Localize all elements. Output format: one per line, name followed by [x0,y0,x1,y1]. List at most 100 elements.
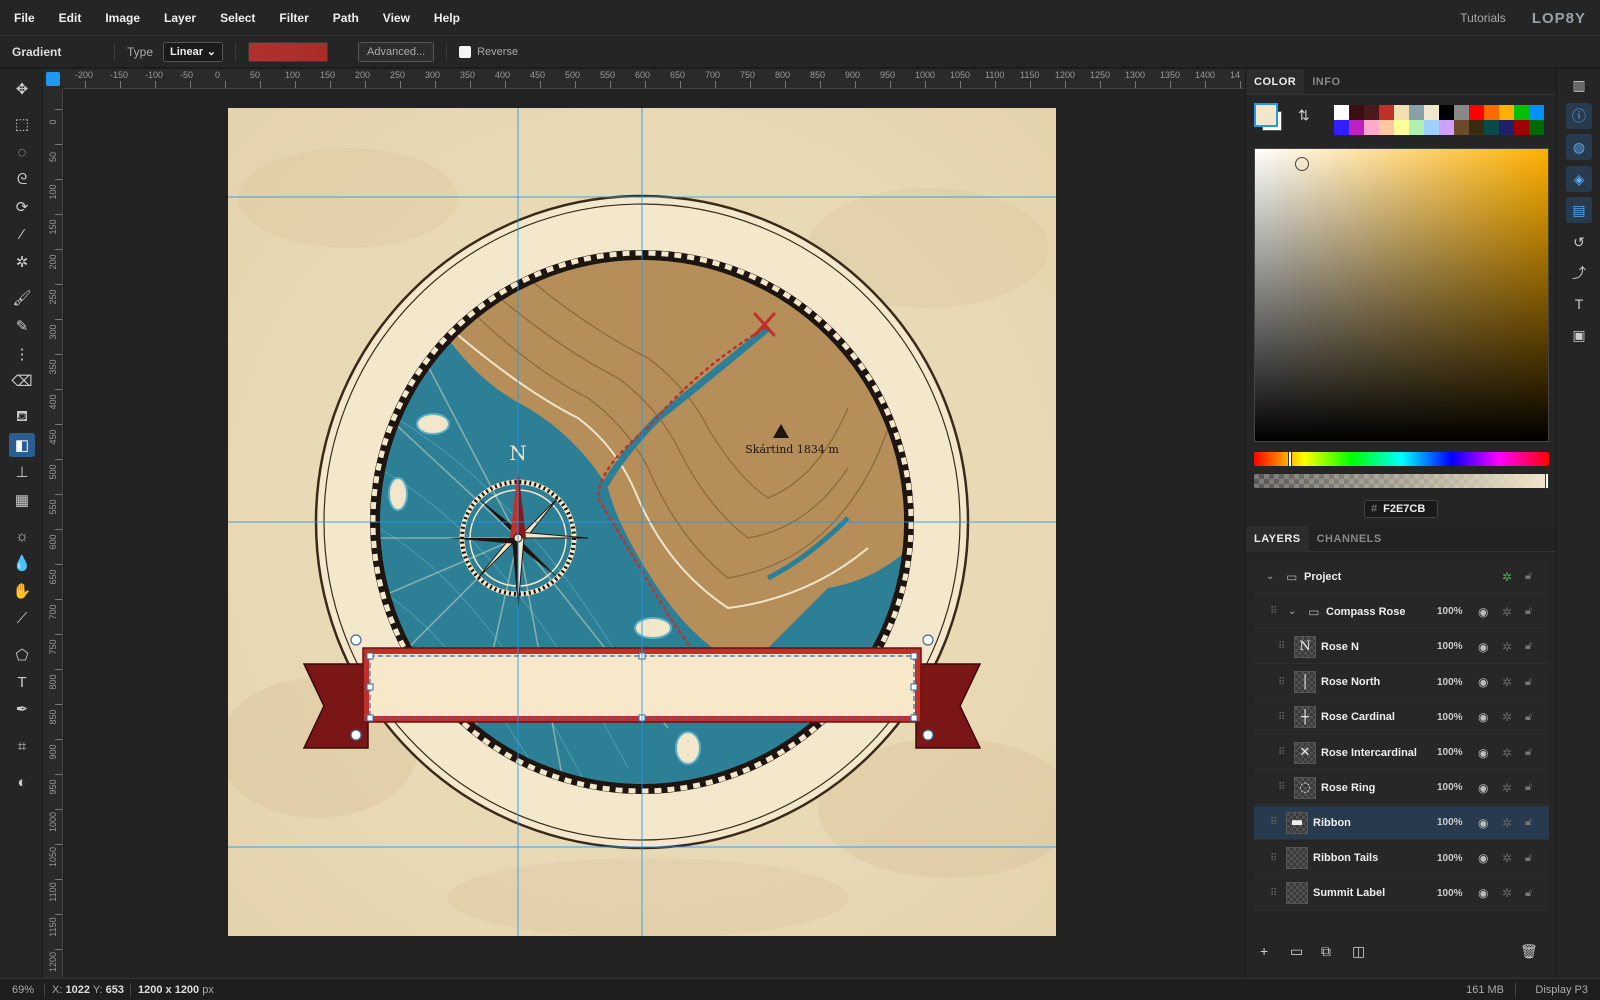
palette-swatch[interactable] [1499,105,1514,120]
eye-icon[interactable]: ◉ [1478,746,1488,760]
palette-swatch[interactable] [1334,120,1349,135]
tab-info[interactable]: INFO [1304,69,1348,95]
lasso-icon[interactable]: ᘓ [9,167,35,191]
add-folder-icon[interactable]: ▭ [1290,943,1303,960]
pen-icon[interactable]: ✒ [9,697,35,721]
drag-handle-icon[interactable]: ⠿ [1278,641,1285,652]
character-icon[interactable]: T [1566,291,1592,317]
chevron-down-icon[interactable]: ⌄ [1266,571,1274,582]
eye-icon[interactable]: ◉ [1478,605,1488,619]
eye-icon[interactable]: ◉ [1478,851,1488,865]
dodge-icon[interactable]: ☼ [9,524,35,548]
palette-swatch[interactable] [1529,120,1544,135]
layer-row[interactable]: ⠿ Ribbon Tails 100% ◉ ✲ 🔓︎ [1254,841,1549,876]
tutorials-link[interactable]: Tutorials [1460,11,1506,25]
effects-icon[interactable]: ✲ [1502,710,1512,724]
palette-swatch[interactable] [1499,120,1514,135]
palette-swatch[interactable] [1379,120,1394,135]
hex-input[interactable]: # F2E7CB [1364,500,1438,518]
zoom-level[interactable]: 69% [12,984,34,996]
palette-swatch[interactable] [1409,105,1424,120]
magnetic-lasso-icon[interactable]: ⟳ [9,195,35,219]
palette-swatch[interactable] [1469,120,1484,135]
menu-path[interactable]: Path [333,11,359,25]
marquee-ellipse-icon[interactable]: ◌ [9,140,35,164]
blur-icon[interactable]: 💧 [9,551,35,575]
lock-icon[interactable]: 🔓︎ [1525,676,1532,689]
layer-opacity[interactable]: 100% [1437,747,1463,758]
effects-icon[interactable]: ✲ [1502,781,1512,795]
map-icon[interactable]: ▥ [1566,72,1592,98]
lock-icon[interactable]: 🔓︎ [1525,887,1532,900]
history-icon[interactable]: ↺ [1566,229,1592,255]
eye-icon[interactable]: ◉ [1478,781,1488,795]
paths-icon[interactable]: ⤴ [1566,260,1592,286]
layer-row[interactable]: ⠿ ⌄ ▭ Compass Rose 100% ◉ ✲ 🔓︎ [1254,595,1549,630]
eye-icon[interactable]: ◉ [1478,886,1488,900]
eraser-icon[interactable]: ⌫ [9,369,35,393]
text-tool-icon[interactable]: T [9,670,35,694]
hue-slider-handle[interactable] [1287,451,1292,467]
lock-icon[interactable]: 🔓︎ [1525,781,1532,794]
menu-filter[interactable]: Filter [279,11,308,25]
palette-icon[interactable]: ◍ [1566,134,1592,160]
palette-swatch[interactable] [1349,105,1364,120]
lock-icon[interactable]: 🔓︎ [1525,640,1532,653]
duplicate-layer-icon[interactable]: ⧉ [1321,943,1331,960]
canvas-area[interactable]: Skártind 1834 m N [64,90,1245,978]
magic-wand-icon[interactable]: ⁄ [9,222,35,246]
lock-icon[interactable]: 🔓︎ [1525,816,1532,829]
palette-swatch[interactable] [1364,105,1379,120]
menu-help[interactable]: Help [434,11,460,25]
shape-icon[interactable]: ⬠ [9,643,35,667]
brush-icon[interactable]: 🖌 [9,286,35,310]
palette-swatch[interactable] [1424,105,1439,120]
eye-icon[interactable]: ◉ [1478,675,1488,689]
palette-swatch[interactable] [1424,120,1439,135]
lock-icon[interactable]: 🔓︎ [1525,605,1532,618]
artboard[interactable]: Skártind 1834 m N [228,108,1056,936]
drag-handle-icon[interactable]: ⠿ [1278,782,1285,793]
saturation-value-picker[interactable] [1254,148,1549,442]
channels-icon[interactable]: ▤ [1566,197,1592,223]
layer-opacity[interactable]: 100% [1437,888,1463,899]
spray-icon[interactable]: ⋮ [9,342,35,366]
effects-icon[interactable]: ✲ [1502,640,1512,654]
palette-swatch[interactable] [1454,105,1469,120]
layer-row[interactable]: ⠿ N Rose N 100% ◉ ✲ 🔓︎ [1254,630,1549,665]
palette-swatch[interactable] [1469,105,1484,120]
palette-swatch[interactable] [1484,120,1499,135]
palette-swatch[interactable] [1394,105,1409,120]
eye-icon[interactable]: ◉ [1478,710,1488,724]
drag-handle-icon[interactable]: ⠿ [1270,853,1277,864]
tab-layers[interactable]: LAYERS [1246,526,1309,552]
layers-icon[interactable]: ◈ [1566,166,1592,192]
tab-color[interactable]: COLOR [1246,69,1305,95]
effects-icon[interactable]: ✲ [1502,570,1512,584]
layer-row[interactable]: ⠿ ◌ Rose Ring 100% ◉ ✲ 🔓︎ [1254,771,1549,806]
marquee-rect-icon[interactable]: ⬚ [9,112,35,136]
drag-handle-icon[interactable]: ⠿ [1270,888,1277,899]
reverse-checkbox[interactable] [459,45,472,58]
lock-icon[interactable]: 🔓︎ [1525,711,1532,724]
foreground-color-swatch[interactable] [1254,103,1278,127]
layer-opacity[interactable]: 100% [1437,677,1463,688]
layer-row[interactable]: ⠿ Summit Label 100% ◉ ✲ 🔓︎ [1254,876,1549,911]
drag-handle-icon[interactable]: ⠿ [1270,817,1277,828]
effects-icon[interactable]: ✲ [1502,746,1512,760]
tab-channels[interactable]: CHANNELS [1309,526,1390,552]
move-tool-icon[interactable]: ✥ [9,77,35,101]
lock-icon[interactable]: 🔓︎ [1525,570,1532,583]
pencil-icon[interactable]: ✎ [9,314,35,338]
pattern-icon[interactable]: ▦ [9,488,35,512]
eye-icon[interactable]: ◉ [1478,640,1488,654]
add-layer-icon[interactable]: + [1260,943,1268,959]
effects-icon[interactable]: ✲ [1502,886,1512,900]
menu-layer[interactable]: Layer [164,11,196,25]
effects-icon[interactable]: ✲ [1502,675,1512,689]
crop-icon[interactable]: ⌗ [9,734,35,758]
trash-icon[interactable]: 🗑 [1520,943,1538,960]
layer-opacity[interactable]: 100% [1437,853,1463,864]
mask-icon[interactable]: ◫ [1352,943,1365,960]
palette-swatch[interactable] [1364,120,1379,135]
